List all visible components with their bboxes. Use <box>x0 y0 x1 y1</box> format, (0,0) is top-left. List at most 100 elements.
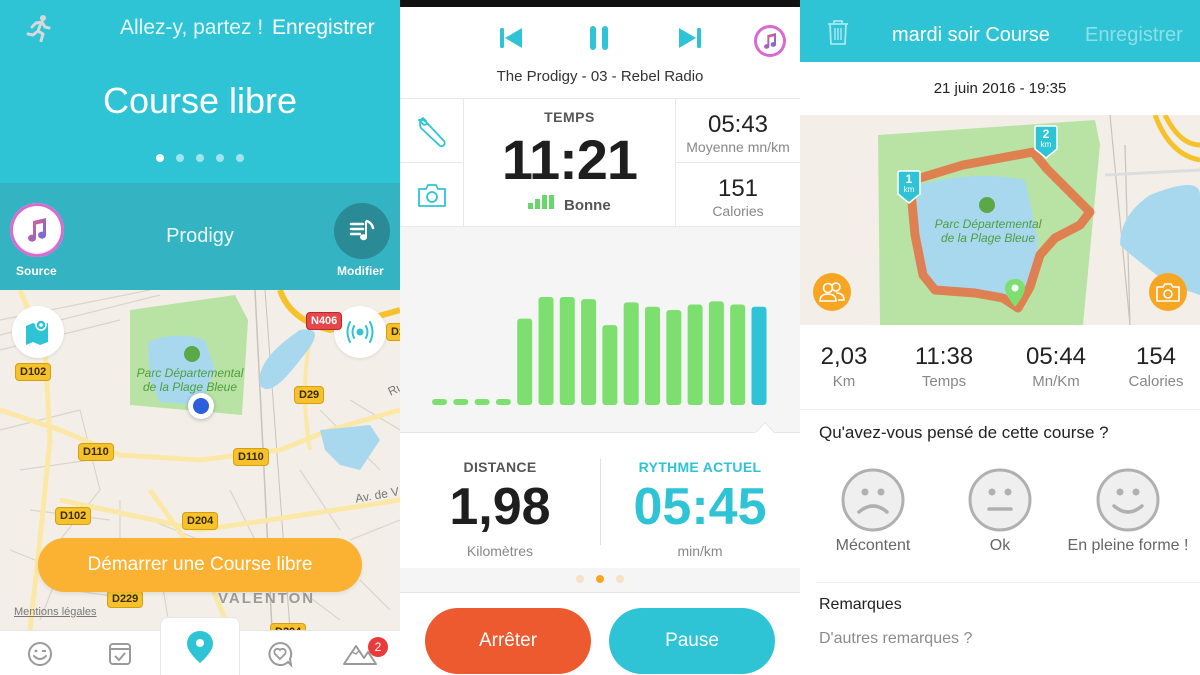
share-friends-button[interactable] <box>813 273 851 311</box>
page-dot[interactable] <box>596 575 604 583</box>
running-screen: The Prodigy - 03 - Rebel Radio TEMPS 11:… <box>400 0 800 675</box>
tab-plan[interactable] <box>80 631 160 675</box>
save-button[interactable]: Enregistrer <box>272 16 375 40</box>
header: Allez-y, partez ! Enregistrer Course lib… <box>0 0 400 183</box>
header-subtitle: Allez-y, partez ! <box>120 16 264 39</box>
pace-bar <box>432 399 447 405</box>
previous-track-button[interactable] <box>496 23 526 53</box>
next-track-button[interactable] <box>675 23 705 53</box>
current-location-marker <box>188 393 214 419</box>
tab-bar: 2 <box>0 617 400 675</box>
run-controls: Arrêter Pause <box>400 592 800 675</box>
avg-pace-label: Moyenne mn/km <box>686 139 790 155</box>
smiley-icon <box>28 641 52 666</box>
track-title: The Prodigy - 03 - Rebel Radio <box>496 68 704 85</box>
page-dot[interactable] <box>616 575 624 583</box>
stat-value: 154 <box>1135 343 1177 370</box>
stat-label: Mn/Km <box>1032 373 1080 390</box>
current-pace-value: 05:45 <box>633 478 767 536</box>
park-name-line2: de la Plage Bleue <box>940 231 1036 245</box>
stat-calories: 154 Calories <box>1106 343 1200 390</box>
map-layers-button[interactable] <box>12 306 64 358</box>
pace-bar <box>687 304 703 405</box>
page-title: Course libre <box>102 80 298 121</box>
status-bar <box>400 0 800 7</box>
distance-label: DISTANCE <box>463 459 537 475</box>
pace-bar <box>538 297 554 405</box>
stat-pace: 05:44 Mn/Km <box>1006 343 1106 390</box>
tab-run[interactable] <box>160 617 240 675</box>
stat-value: 05:44 <box>1025 343 1087 370</box>
tab-coach[interactable] <box>0 631 80 675</box>
avg-pace-panel: 05:43 Moyenne mn/km <box>676 99 800 163</box>
trash-icon[interactable] <box>826 18 850 46</box>
camera-icon <box>1156 283 1180 302</box>
km-marker-2: 2 km <box>1033 125 1059 159</box>
stat-value: 2,03 <box>820 343 868 370</box>
pause-music-button[interactable] <box>584 23 614 53</box>
pace-bar <box>708 301 724 405</box>
mood-ok-button[interactable]: Ok <box>935 468 1065 555</box>
tab-community[interactable] <box>240 631 320 675</box>
run-stats: 2,03 Km 11:38 Temps 05:44 Mn/Km 154 Calo… <box>800 325 1200 410</box>
page-dot[interactable] <box>576 575 584 583</box>
map[interactable]: Parc Départemental de la Plage Bleue D10… <box>0 290 400 630</box>
run-summary-screen: mardi soir Course Enregistrer 21 juin 20… <box>800 0 1200 675</box>
modify-playlist-button[interactable] <box>334 203 390 259</box>
camera-button[interactable] <box>400 163 464 227</box>
start-run-button[interactable]: Démarrer une Course libre <box>38 538 362 592</box>
calories-label: Calories <box>712 203 764 219</box>
start-pin-icon <box>1005 279 1025 307</box>
road-sign: D29 <box>294 386 325 404</box>
neutral-face-icon <box>968 468 1032 532</box>
add-photo-button[interactable] <box>1149 273 1187 311</box>
route-map[interactable]: Parc Départemental de la Plage Bleue 1 k… <box>800 115 1200 325</box>
avg-pace-value: 05:43 <box>707 111 769 138</box>
remarks-input[interactable] <box>819 630 1179 648</box>
run-title[interactable]: mardi soir Course <box>892 24 1050 47</box>
km-marker-unit: km <box>1040 140 1052 149</box>
calories-panel: 151 Calories <box>676 163 800 227</box>
map-pin-icon <box>26 319 48 345</box>
calories-value: 151 <box>717 175 759 202</box>
road-sign: D229 <box>107 590 144 608</box>
sad-face-icon <box>841 468 905 532</box>
tab-challenges[interactable]: 2 <box>320 631 400 675</box>
park-name-line1: Parc Départemental <box>136 366 244 380</box>
km-marker-1: 1 km <box>896 170 922 204</box>
playlist-icon <box>349 219 375 241</box>
pause-button[interactable]: Pause <box>609 608 775 674</box>
pace-bar <box>559 297 575 405</box>
pace-chart <box>400 227 800 432</box>
park-name-line1: Parc Départemental <box>934 217 1042 231</box>
road-sign: D102 <box>55 507 92 525</box>
page-indicator[interactable] <box>576 575 624 583</box>
pace-bar <box>581 299 597 405</box>
time-panel: TEMPS 11:21 Bonne <box>464 99 676 227</box>
stop-button[interactable]: Arrêter <box>425 608 591 674</box>
pace-bar-current <box>751 306 767 405</box>
runner-icon <box>26 15 51 42</box>
notification-badge: 2 <box>368 637 388 657</box>
time-label: TEMPS <box>544 109 595 125</box>
page-dot[interactable] <box>196 154 204 162</box>
stat-time: 11:38 Temps <box>894 343 994 390</box>
mood-great-button[interactable]: En pleine forme ! <box>1058 468 1198 555</box>
save-button[interactable]: Enregistrer <box>1085 24 1183 47</box>
page-indicator[interactable] <box>156 154 244 162</box>
page-dot[interactable] <box>156 154 164 162</box>
page-dot[interactable] <box>236 154 244 162</box>
pace-bar <box>623 302 639 405</box>
road-sign: D110 <box>233 448 269 466</box>
stat-label: Km <box>832 373 856 390</box>
itunes-button[interactable] <box>754 25 786 57</box>
legal-link[interactable]: Mentions légales <box>14 606 97 618</box>
page-dot[interactable] <box>176 154 184 162</box>
mood-unhappy-button[interactable]: Mécontent <box>808 468 938 555</box>
pace-bar <box>602 325 618 405</box>
settings-button[interactable] <box>400 99 464 163</box>
page-dot[interactable] <box>216 154 224 162</box>
km-marker-unit: km <box>903 185 915 194</box>
park-icon <box>184 346 200 362</box>
pause-icon <box>590 26 608 50</box>
